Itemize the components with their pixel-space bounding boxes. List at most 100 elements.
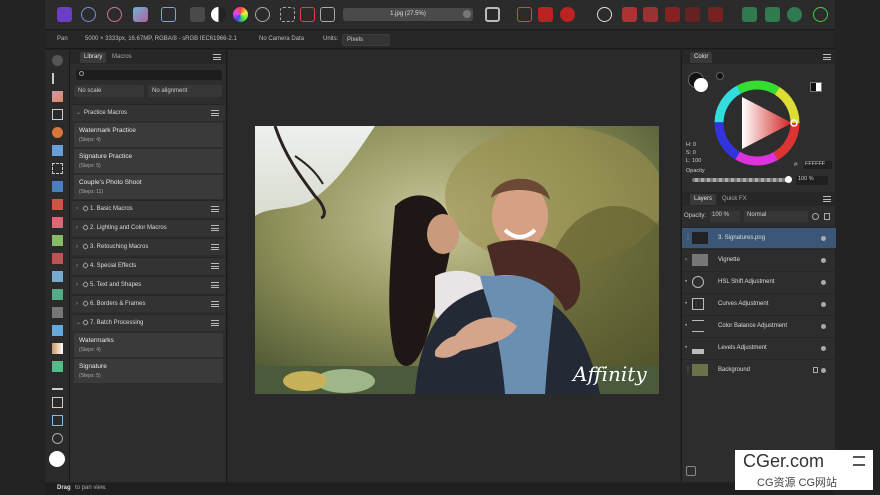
layer-visibility-toggle[interactable]: [821, 346, 826, 351]
persona-liquify-icon[interactable]: [81, 7, 96, 22]
tab-quick-fx[interactable]: Quick FX: [718, 194, 751, 205]
paint-brush-tool-icon[interactable]: [52, 199, 63, 210]
category-menu-icon[interactable]: [211, 282, 219, 288]
quick-mask-icon[interactable]: [742, 7, 757, 22]
text-tool-icon[interactable]: [52, 415, 63, 426]
clone-brush-tool-icon[interactable]: [52, 235, 63, 246]
arrange-back-icon[interactable]: [643, 7, 658, 22]
library-search-input[interactable]: [76, 70, 222, 80]
chevron-right-icon[interactable]: ›: [685, 250, 687, 270]
patch-tool-icon[interactable]: [52, 289, 63, 300]
category-lighting-color[interactable]: › 2. Lighting and Color Macros: [72, 219, 225, 236]
category-retouching[interactable]: › 3. Retouching Macros: [72, 238, 225, 255]
layers-menu-icon[interactable]: [823, 196, 831, 202]
crop-mode-icon[interactable]: [517, 7, 532, 22]
persona-export-icon[interactable]: [161, 7, 176, 22]
layer-visibility-toggle[interactable]: [821, 258, 826, 263]
macro-item[interactable]: Signature (Steps: 5): [74, 358, 223, 383]
category-menu-icon[interactable]: [211, 301, 219, 307]
auto-contrast-icon[interactable]: [211, 7, 226, 22]
move-tool-icon[interactable]: [52, 73, 63, 84]
zoom-tool-icon[interactable]: [52, 433, 63, 444]
category-text-shapes[interactable]: › 5. Text and Shapes: [72, 276, 225, 293]
tab-library[interactable]: Library: [80, 52, 107, 63]
user-account-icon[interactable]: [813, 7, 828, 22]
mask-invert-icon[interactable]: [787, 7, 802, 22]
layer-row-curves[interactable]: • Curves Adjustment: [682, 293, 836, 314]
flip-icon[interactable]: [665, 7, 680, 22]
macro-item[interactable]: Watermarks (Steps: 4): [74, 332, 223, 357]
macro-item[interactable]: Signature Practice (Steps: 5): [74, 148, 223, 173]
mirror-icon[interactable]: [685, 7, 700, 22]
layer-row-hsl[interactable]: • HSL Shift Adjustment: [682, 271, 836, 292]
healing-brush-tool-icon[interactable]: [52, 271, 63, 282]
layer-visibility-toggle[interactable]: [821, 280, 826, 285]
category-menu-icon[interactable]: [211, 320, 219, 326]
order-icon[interactable]: [708, 7, 723, 22]
selection-quick-mask-icon[interactable]: [300, 7, 315, 22]
arrange-front-icon[interactable]: [622, 7, 637, 22]
rectangle-tool-icon[interactable]: [52, 397, 63, 408]
mask-refine-icon[interactable]: [765, 7, 780, 22]
auto-white-balance-icon[interactable]: [255, 7, 270, 22]
layer-visibility-toggle[interactable]: [821, 368, 826, 373]
snapping-icon[interactable]: [538, 7, 553, 22]
selection-brush-tool-icon[interactable]: [52, 127, 63, 138]
units-dropdown[interactable]: Pixels: [342, 34, 390, 46]
pan-tool-icon[interactable]: [52, 55, 63, 66]
layer-mask-button[interactable]: [686, 466, 696, 476]
scale-dropdown[interactable]: No scale: [74, 85, 144, 97]
force-pixel-alignment-icon[interactable]: [560, 7, 575, 22]
category-borders-frames[interactable]: › 6. Borders & Frames: [72, 295, 225, 312]
selection-refine-icon[interactable]: [320, 7, 335, 22]
alignment-dropdown[interactable]: No alignment: [148, 85, 222, 97]
histogram-icon[interactable]: [190, 7, 205, 22]
mesh-warp-tool-icon[interactable]: [52, 361, 63, 372]
tab-color[interactable]: Color: [690, 52, 713, 63]
document-title-field[interactable]: 1.jpg (27.5%): [343, 8, 473, 21]
category-menu-icon[interactable]: [211, 244, 219, 250]
app-logo-icon[interactable]: [57, 7, 72, 22]
persona-develop-icon[interactable]: [107, 7, 122, 22]
category-menu-icon[interactable]: [211, 263, 219, 269]
eyedropper-icon[interactable]: [716, 72, 724, 80]
category-basic-macros[interactable]: › 1. Basic Macros: [72, 200, 225, 217]
dodge-brush-tool-icon[interactable]: [52, 217, 63, 228]
opacity-slider[interactable]: [692, 178, 790, 182]
lock-icon[interactable]: [824, 213, 830, 220]
library-menu-icon[interactable]: [213, 54, 221, 60]
layer-visibility-toggle[interactable]: [821, 324, 826, 329]
macro-item[interactable]: Couple's Photo Shoot (Steps: 11): [74, 174, 223, 199]
selection-grid-icon[interactable]: [280, 7, 295, 22]
document-canvas[interactable]: Affinity: [228, 50, 680, 482]
opacity-value[interactable]: 100 %: [796, 176, 828, 185]
category-special-effects[interactable]: › 4. Special Effects: [72, 257, 225, 274]
foreground-color-swatch[interactable]: [49, 451, 65, 467]
tab-layers[interactable]: Layers: [690, 194, 717, 205]
layer-row-signatures[interactable]: ⋮ 3. Signatures.png: [682, 227, 836, 248]
persona-tone-mapping-icon[interactable]: [133, 7, 148, 22]
camera-data-label[interactable]: No Camera Data: [259, 36, 304, 42]
crop-tool-icon[interactable]: [52, 109, 63, 120]
blur-brush-tool-icon[interactable]: [52, 253, 63, 264]
layer-visibility-toggle[interactable]: [821, 302, 826, 307]
stroke-color-well[interactable]: [694, 78, 708, 92]
category-menu-icon[interactable]: [211, 206, 219, 212]
pen-tool-icon[interactable]: [52, 379, 63, 390]
speech-bubble-icon[interactable]: [597, 7, 612, 22]
flood-select-tool-icon[interactable]: [52, 145, 63, 156]
category-batch-processing[interactable]: ⌄ 7. Batch Processing: [72, 314, 225, 331]
marquee-tool-icon[interactable]: [52, 163, 63, 174]
layer-row-levels[interactable]: • Levels Adjustment: [682, 337, 836, 358]
red-eye-tool-icon[interactable]: [52, 307, 63, 318]
smudge-brush-tool-icon[interactable]: [52, 325, 63, 336]
layer-lock-icon[interactable]: [813, 367, 818, 373]
assistant-icon[interactable]: [485, 7, 500, 22]
layer-settings-icon[interactable]: [812, 213, 819, 220]
gradient-tool-icon[interactable]: [52, 343, 63, 354]
color-swap-icon[interactable]: [810, 82, 822, 92]
opacity-slider-handle[interactable]: [785, 176, 792, 183]
document-close-icon[interactable]: [463, 10, 471, 18]
layer-visibility-toggle[interactable]: [821, 236, 826, 241]
color-menu-icon[interactable]: [823, 54, 831, 60]
